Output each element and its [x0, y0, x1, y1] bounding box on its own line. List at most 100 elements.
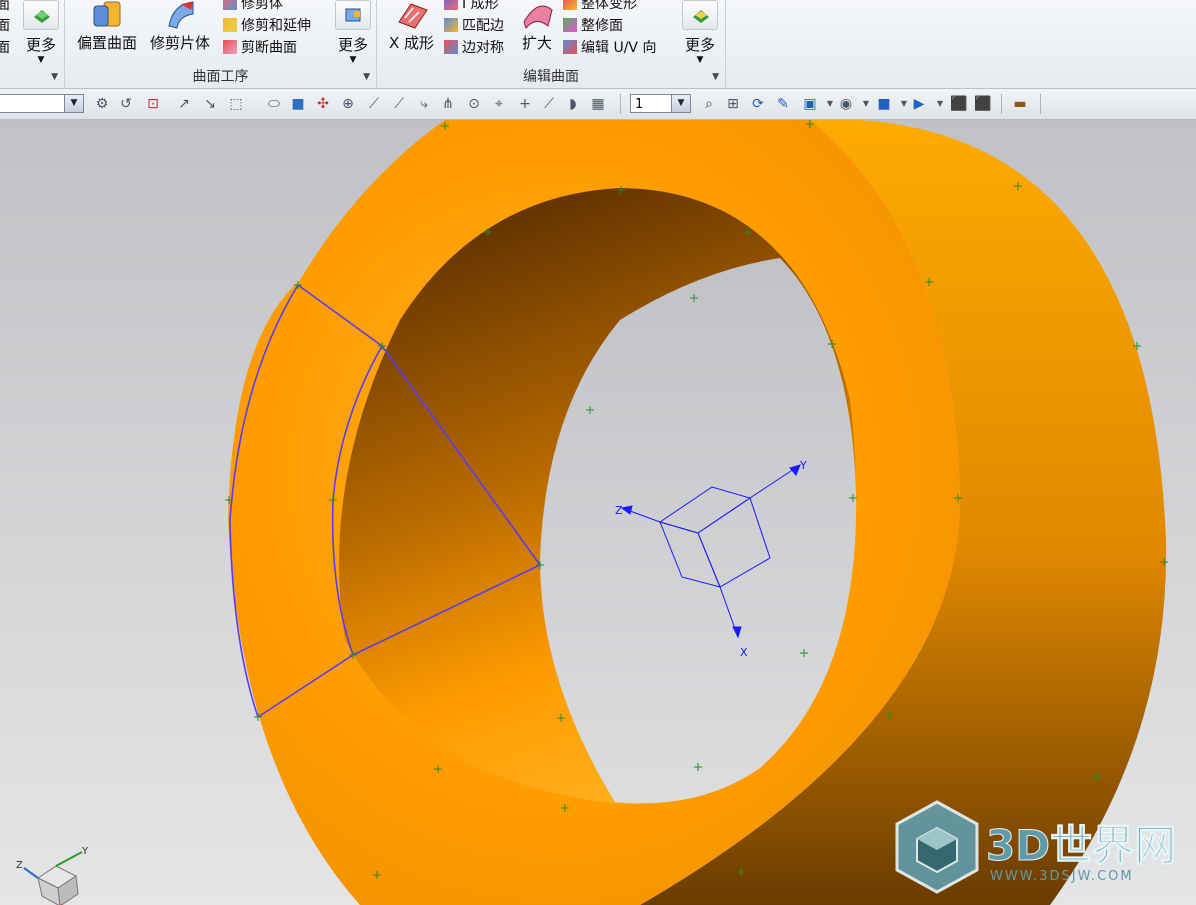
edge-symmetry-button[interactable]: 边对称 [444, 37, 504, 59]
midpoint-icon[interactable]: ⟋ [391, 96, 407, 112]
selection-intent-icon[interactable]: ↗ [176, 96, 192, 112]
watermark-title: 3D世界网 [986, 821, 1176, 870]
edit-uv-icon [563, 40, 577, 54]
x-form-icon [397, 3, 428, 29]
divide-face-icon [223, 40, 237, 54]
pan-icon[interactable]: ✎ [775, 96, 791, 112]
chevron-down-icon: ▼ [349, 55, 357, 65]
wcs-z-label: Z [615, 504, 623, 517]
point-on-face-icon[interactable]: ◗ [565, 96, 581, 112]
group-menu-icon[interactable]: ▼ [363, 72, 370, 82]
chevron-down-icon[interactable]: ▼ [932, 96, 948, 112]
chevron-down-icon[interactable]: ▼ [896, 96, 912, 112]
more-button-2[interactable]: 更多 ▼ [334, 0, 372, 65]
fit-view-icon[interactable]: ⌕ [701, 96, 717, 112]
more-icon [335, 0, 371, 30]
arc-center-icon[interactable]: ⊙ [466, 96, 482, 112]
view-triad-z-label: Z [16, 860, 23, 871]
refit-face-icon [563, 18, 577, 32]
wcs-y-label: Y [799, 459, 807, 472]
toolbar-separator [620, 94, 621, 114]
ribbon-group-edit-surface: X 成形 I 成形 匹配边 边对称 扩大 整体变形 整修面 编辑 U/V 向 更… [377, 0, 726, 88]
ribbon-group-partial: 面 面 面 更多 ▼ ▼ [0, 0, 65, 88]
global-shaping-icon [563, 0, 577, 10]
enlarge-button[interactable]: 扩大 [520, 0, 554, 53]
snap-all-icon[interactable]: ✣ [315, 96, 331, 112]
partial-command-3[interactable]: 面 [0, 37, 10, 59]
select-feature-icon[interactable]: ↘ [202, 96, 218, 112]
ribbon: 面 面 面 更多 ▼ ▼ 偏置曲面 修剪片体 修剪体 修剪和延伸 剪断曲面 更多… [0, 0, 1196, 89]
chevron-down-icon[interactable]: ▼ [64, 95, 83, 112]
view-triad[interactable] [23, 851, 83, 905]
global-shaping-button[interactable]: 整体变形 [563, 0, 637, 15]
offset-surface-icon [93, 1, 121, 27]
group-menu-icon[interactable]: ▼ [712, 72, 719, 82]
trim-body-button[interactable]: 修剪体 [223, 0, 283, 15]
endpoint-icon[interactable]: ⟋ [366, 96, 382, 112]
trim-extend-icon [223, 18, 237, 32]
graphics-viewport[interactable]: Y Z X Y Z 3D世界网 WWW.3DSJW.COM [0, 120, 1196, 905]
reset-filter-icon[interactable]: ↺ [118, 96, 134, 112]
chevron-down-icon[interactable]: ▼ [671, 95, 690, 112]
wcs-x-label: X [740, 646, 748, 659]
measure-icon[interactable]: ▬ [1012, 96, 1028, 112]
chevron-down-icon[interactable]: ▼ [822, 96, 838, 112]
zoom-icon[interactable]: ⊞ [725, 96, 741, 112]
shaded-view-icon[interactable]: ■ [876, 96, 892, 112]
trim-sheet-icon [168, 1, 194, 29]
divide-face-button[interactable]: 剪断曲面 [223, 37, 297, 59]
group-menu-icon[interactable]: ▼ [51, 72, 58, 82]
toolbar-separator [1040, 94, 1041, 114]
i-form-icon [444, 0, 458, 10]
group-label-edit-surface: 编辑曲面 [523, 69, 579, 85]
wcs-display-icon[interactable]: ⬛ [974, 96, 991, 112]
enlarge-icon [523, 5, 553, 30]
ribbon-group-surface-ops: 偏置曲面 修剪片体 修剪体 修剪和延伸 剪断曲面 更多 ▼ 曲面工序 ▼ [65, 0, 377, 88]
watermark-url: WWW.3DSJW.COM [990, 869, 1134, 884]
chevron-down-icon: ▼ [37, 55, 45, 65]
trim-sheet-button[interactable]: 修剪片体 [150, 0, 210, 53]
toolbar-separator [1001, 94, 1002, 114]
show-hide-icon[interactable]: ⬭ [266, 96, 282, 112]
point-on-curve-icon[interactable]: ⟋ [541, 96, 557, 112]
view-orientation-icon[interactable]: ▣ [802, 96, 818, 112]
more-icon [23, 0, 59, 30]
trim-extend-button[interactable]: 修剪和延伸 [223, 15, 311, 37]
edit-section-icon[interactable]: ▶ [911, 96, 927, 112]
control-point-icon[interactable]: ⤷ [416, 96, 432, 112]
refit-face-button[interactable]: 整修面 [563, 15, 623, 37]
more-icon [682, 0, 718, 30]
filter-icon[interactable]: ⚙ [94, 96, 110, 112]
match-edge-button[interactable]: 匹配边 [444, 15, 504, 37]
wcs-orient-icon[interactable]: ⬛ [950, 96, 967, 112]
more-button-3[interactable]: 更多 ▼ [681, 0, 719, 65]
chevron-down-icon[interactable]: ▼ [858, 96, 874, 112]
rotate-icon[interactable]: ⟳ [750, 96, 766, 112]
partial-command-1[interactable]: 面 [0, 0, 10, 16]
i-form-button[interactable]: I 成形 [444, 0, 499, 15]
rectangle-select-icon[interactable]: ⬚ [228, 96, 244, 112]
more-button-1[interactable]: 更多 ▼ [22, 0, 60, 65]
offset-surface-button[interactable]: 偏置曲面 [77, 0, 137, 53]
selection-toolbar: ▼ ⚙ ↺ ⊡ ↗ ↘ ⬚ ⬭ ■ ✣ ⊕ ⟋ ⟋ ⤷ ⋔ ⊙ ⌖ + ⟋ ◗ … [0, 89, 1196, 120]
model-canvas[interactable]: Y Z X Y Z 3D世界网 WWW.3DSJW.COM [0, 120, 1196, 905]
snap-point-icon[interactable]: ⊡ [145, 96, 161, 112]
solid-view-icon[interactable]: ■ [290, 96, 306, 112]
work-layer-dropdown[interactable]: 1 ▼ [630, 94, 691, 113]
match-edge-icon [444, 18, 458, 32]
chevron-down-icon: ▼ [696, 55, 704, 65]
type-filter-dropdown[interactable]: ▼ [0, 94, 84, 113]
render-style-icon[interactable]: ◉ [838, 96, 854, 112]
edit-uv-button[interactable]: 编辑 U/V 向 [563, 37, 656, 59]
x-form-button[interactable]: X 成形 [389, 0, 434, 53]
existing-point-icon[interactable]: + [517, 96, 533, 112]
intersection-icon[interactable]: ⋔ [440, 96, 456, 112]
trim-body-icon [223, 0, 237, 10]
partial-command-2[interactable]: 面 [0, 15, 10, 37]
group-label-surface-ops: 曲面工序 [192, 69, 249, 85]
view-triad-y-label: Y [81, 846, 89, 857]
snap-grid-icon[interactable]: ⊕ [340, 96, 356, 112]
edge-symmetry-icon [444, 40, 458, 54]
quadrant-icon[interactable]: ⌖ [491, 96, 507, 112]
bounded-grid-icon[interactable]: ▦ [590, 96, 606, 112]
